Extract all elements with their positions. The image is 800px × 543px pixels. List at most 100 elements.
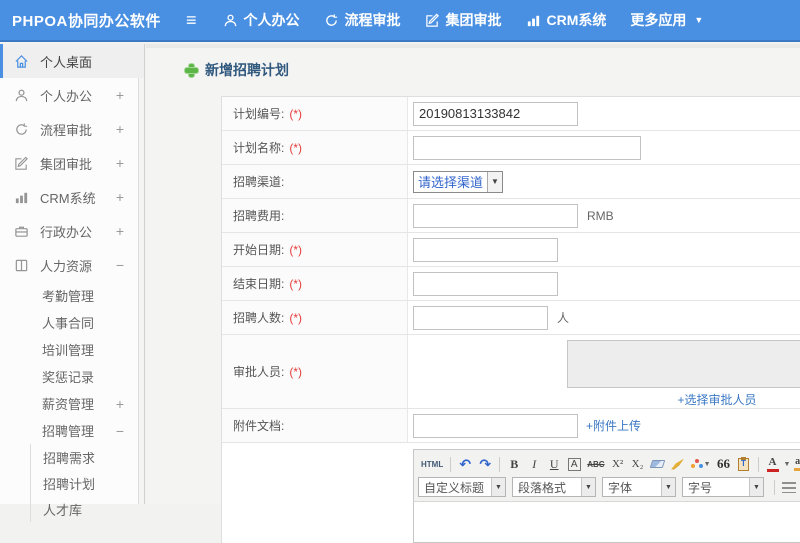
field-label: 计划名称: (*) (222, 131, 408, 164)
undo-icon[interactable]: ↶ (456, 455, 474, 474)
collapse-minus-icon[interactable]: − (116, 423, 124, 439)
label-text: 附件文档: (233, 417, 284, 434)
custom-heading-select[interactable]: 自定义标题 ▼ (418, 477, 506, 497)
app-logo: PHPOA协同办公软件 (0, 10, 172, 31)
expand-plus-icon[interactable]: + (116, 223, 124, 239)
remove-format-button[interactable]: A (565, 455, 583, 474)
boxed-a-icon: A (568, 458, 581, 471)
headcount-input[interactable] (413, 306, 548, 330)
chart-icon (14, 190, 31, 205)
expand-plus-icon[interactable]: + (116, 155, 124, 171)
clipboard-icon: T (738, 458, 749, 471)
field-value: 请选择渠道 ▼ (408, 165, 800, 198)
fee-input[interactable] (413, 204, 578, 228)
plan-number-input[interactable] (413, 102, 578, 126)
sidebar-item-attendance[interactable]: 考勤管理 (0, 282, 144, 309)
editor-toolbar-row2: 自定义标题 ▼ 段落格式 ▼ 字体 ▼ (418, 475, 800, 499)
start-date-input[interactable] (413, 238, 558, 262)
attachment-upload-link[interactable]: +附件上传 (586, 417, 641, 434)
editor-toolbar-row1: HTML ↶ ↷ B I U A ABC X² (418, 453, 800, 475)
channel-select[interactable]: 请选择渠道 ▼ (413, 171, 503, 193)
attachment-input[interactable] (413, 414, 578, 438)
blockquote-button[interactable]: 66 (715, 455, 733, 474)
sidebar-item-group-approval[interactable]: 集团审批 + (0, 146, 144, 180)
label-text: 开始日期: (233, 241, 284, 258)
sidebar-item-crm[interactable]: CRM系统 + (0, 180, 144, 214)
font-size-select[interactable]: 字号 ▼ (682, 477, 764, 497)
sidebar-item-recruit-need[interactable]: 招聘需求 (31, 444, 144, 470)
eraser-button[interactable] (649, 455, 667, 474)
html-source-button[interactable]: HTML (419, 455, 445, 474)
toolbar-separator (774, 480, 775, 495)
top-header: PHPOA协同办公软件 ≡ 个人办公 流程审批 (0, 0, 800, 42)
emoticon-button[interactable]: ▼ (689, 455, 713, 474)
expand-plus-icon[interactable]: + (116, 189, 124, 205)
sidebar-item-training[interactable]: 培训管理 (0, 336, 144, 363)
nav-crm-system[interactable]: CRM系统 (526, 10, 607, 30)
caret-down-icon: ▼ (581, 478, 595, 496)
sidebar-item-personal-office[interactable]: 个人办公 + (0, 78, 144, 112)
menu-toggle-icon[interactable]: ≡ (186, 10, 197, 31)
underline-button[interactable]: U (545, 455, 563, 474)
person-icon (14, 88, 31, 103)
sidebar-item-salary[interactable]: 薪资管理 + (0, 390, 144, 417)
nav-process-approval[interactable]: 流程审批 (324, 10, 401, 30)
caret-down-icon: ▼ (784, 461, 791, 468)
expand-plus-icon[interactable]: + (116, 121, 124, 137)
paste-button[interactable]: T (735, 455, 753, 474)
edit-icon (425, 13, 440, 28)
sidebar-item-label: CRM系统 (40, 188, 96, 207)
end-date-input[interactable] (413, 272, 558, 296)
channel-select-value: 请选择渠道 (414, 172, 487, 192)
editor-content-area[interactable] (414, 502, 800, 542)
nav-group-approval[interactable]: 集团审批 (425, 10, 502, 30)
italic-button[interactable]: I (525, 455, 543, 474)
expand-plus-icon[interactable]: + (116, 87, 124, 103)
field-value (408, 233, 800, 266)
font-color-button[interactable]: A (764, 455, 782, 474)
sidebar-item-label: 人事合同 (42, 313, 94, 332)
sidebar-item-recruit-mgmt[interactable]: 招聘管理 − (0, 417, 144, 444)
currency-suffix: RMB (587, 209, 614, 223)
caret-down-icon: ▼ (491, 478, 505, 496)
collapse-minus-icon[interactable]: − (116, 257, 124, 273)
align-left-button[interactable] (780, 478, 798, 497)
sidebar-item-rewards[interactable]: 奖惩记录 (0, 363, 144, 390)
select-approver-link[interactable]: +选择审批人员 (677, 391, 756, 408)
toolbar-separator (450, 457, 451, 472)
font-family-select[interactable]: 字体 ▼ (602, 477, 676, 497)
caret-down-icon: ▼ (749, 478, 763, 496)
sidebar-item-process-approval[interactable]: 流程审批 + (0, 112, 144, 146)
subscript-button[interactable]: X₂ (629, 455, 647, 474)
sidebar-item-hr-contract[interactable]: 人事合同 (0, 309, 144, 336)
expand-plus-icon[interactable]: + (116, 396, 124, 412)
sidebar-item-recruit-plan[interactable]: 招聘计划 (31, 470, 144, 496)
book-icon (14, 258, 31, 273)
sidebar-item-admin-office[interactable]: 行政办公 + (0, 214, 144, 248)
select-value: 段落格式 (513, 478, 581, 496)
approver-textarea[interactable] (567, 340, 800, 388)
people-suffix: 人 (557, 309, 569, 326)
form-row-fee: 招聘费用: RMB (222, 199, 800, 233)
main-content: 新增招聘计划 计划编号: (*) 计划名称: (*) 招聘渠道: (146, 44, 800, 504)
highlight-color-button[interactable]: ab (791, 455, 800, 474)
paragraph-format-select[interactable]: 段落格式 ▼ (512, 477, 596, 497)
bold-button[interactable]: B (505, 455, 523, 474)
sidebar-item-label: 薪资管理 (42, 394, 94, 413)
nav-more-apps[interactable]: 更多应用 ▼ (630, 10, 703, 30)
superscript-button[interactable]: X² (609, 455, 627, 474)
format-painter-button[interactable] (669, 455, 687, 474)
sidebar-item-desktop[interactable]: 个人桌面 (0, 44, 144, 78)
field-value: 人 (408, 301, 800, 334)
redo-icon[interactable]: ↷ (476, 455, 494, 474)
label-text: 招聘人数: (233, 309, 284, 326)
sidebar-item-talent-pool[interactable]: 人才库 (31, 496, 144, 522)
plan-name-input[interactable] (413, 136, 641, 160)
toolbar-separator (758, 457, 759, 472)
field-label: 计划编号: (*) (222, 97, 408, 130)
nav-label: 更多应用 (630, 10, 686, 30)
sidebar-item-hr[interactable]: 人力资源 − (0, 248, 144, 282)
top-nav: 个人办公 流程审批 集团审批 CRM系统 (211, 10, 716, 30)
strikethrough-button[interactable]: ABC (585, 455, 606, 474)
nav-personal-office[interactable]: 个人办公 (223, 10, 300, 30)
